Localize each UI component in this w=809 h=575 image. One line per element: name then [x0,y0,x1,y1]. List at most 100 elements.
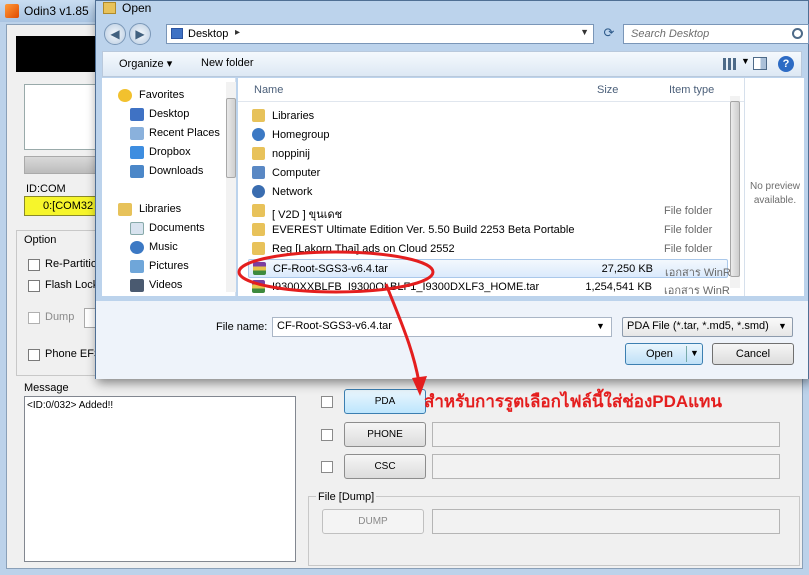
navigation-pane: Favorites Desktop Recent Places Dropbox … [102,78,236,296]
file-row[interactable]: Computer [248,164,728,183]
open-dialog: Open ◀ ▶ Desktop ▸ ▼ ⟳ Search Desktop Or… [95,0,809,379]
nav-documents[interactable]: Documents [102,220,228,238]
nav-favorites-label: Favorites [139,89,185,101]
chevron-down-icon[interactable]: ▼ [690,348,699,358]
chevron-down-icon[interactable]: ▼ [778,321,787,331]
file-list-scrollbar-thumb[interactable] [730,101,740,277]
cancel-button[interactable]: Cancel [712,343,794,365]
com-port-box: 0:[COM32 [24,196,100,216]
file-row[interactable]: Network [248,183,728,202]
file-row[interactable]: [ V2D ] ขุนเดช File folder [248,202,728,221]
homegroup-icon [252,128,265,141]
desktop-icon [130,108,144,121]
open-button-label: Open [646,348,673,360]
nav-favorites[interactable]: Favorites [102,87,228,105]
file-size: 27,250 KB [601,263,653,275]
chevron-down-icon[interactable]: ▼ [741,56,750,66]
nav-desktop[interactable]: Desktop [102,106,228,124]
dump-button[interactable]: DUMP [322,509,424,534]
file-type: File folder [664,224,713,236]
flash-lock-checkbox[interactable] [28,280,40,292]
new-folder-button[interactable]: New folder [201,57,254,69]
re-partition-checkbox[interactable] [28,259,40,271]
views-icon[interactable] [723,58,737,70]
nav-desktop-label: Desktop [149,108,190,120]
file-row[interactable]: noppinij [248,145,728,164]
odin-logo-icon [5,4,19,18]
chevron-down-icon[interactable]: ▼ [580,27,589,37]
refresh-icon[interactable]: ⟳ [598,24,620,44]
column-name[interactable]: Name [254,84,283,96]
desktop-icon [171,28,183,39]
libraries-icon [118,203,132,216]
file-row[interactable]: Libraries [248,107,728,126]
dump-checkbox[interactable] [28,312,40,324]
nav-recent-places[interactable]: Recent Places [102,125,228,143]
downloads-icon [130,165,144,178]
open-button[interactable]: Open ▼ [625,343,703,365]
nav-dropbox[interactable]: Dropbox [102,144,228,162]
computer-icon [252,166,265,179]
annotation-text: สำหรับการรูตเลือกไฟล์นี้ใส่ช่องPDAแทน [424,392,722,411]
nav-pictures[interactable]: Pictures [102,258,228,276]
nav-libraries-label: Libraries [139,203,182,215]
filetype-select[interactable]: PDA File (*.tar, *.md5, *.smd) [622,317,793,337]
filename-input[interactable]: CF-Root-SGS3-v6.4.tar [272,317,612,337]
preview-pane: No preview available. [744,78,804,296]
file-name: Libraries [272,110,315,122]
nav-music-label: Music [149,241,178,253]
csc-button[interactable]: CSC [344,454,426,479]
file-dump-label: File [Dump] [316,491,377,503]
chevron-down-icon[interactable]: ▼ [596,321,605,331]
music-icon [130,241,144,254]
folder-icon [103,2,116,14]
address-bar[interactable]: Desktop ▸ ▼ [166,24,594,44]
nav-pictures-label: Pictures [149,260,189,272]
organize-button[interactable]: Organize ▾ [119,57,172,70]
search-input[interactable]: Search Desktop [623,24,809,44]
dialog-footer [96,301,808,379]
csc-checkbox[interactable] [321,461,333,473]
star-icon [118,89,132,102]
forward-button[interactable]: ▶ [129,23,151,45]
file-row[interactable]: Homegroup [248,126,728,145]
file-name: noppinij [272,148,310,160]
pictures-icon [130,260,144,273]
odin-progress-bar [24,156,98,174]
nav-downloads-label: Downloads [149,165,204,177]
csc-path-field[interactable] [432,454,780,479]
file-name: Computer [272,167,321,179]
folder-icon [252,204,265,217]
option-label: Option [22,234,59,246]
nav-libraries[interactable]: Libraries [102,201,228,219]
libraries-icon [252,109,265,122]
search-icon[interactable] [792,28,803,39]
file-type: File folder [664,243,713,255]
column-type[interactable]: Item type [669,84,714,96]
network-icon [252,185,265,198]
chevron-right-icon[interactable]: ▸ [235,27,240,38]
help-icon[interactable]: ? [778,56,794,72]
nav-downloads[interactable]: Downloads [102,163,228,181]
column-size[interactable]: Size [597,84,618,96]
phone-efs-checkbox[interactable] [28,349,40,361]
phone-path-field[interactable] [432,422,780,447]
file-type: File folder [664,205,713,217]
file-name: EVEREST Ultimate Edition Ver. 5.50 Build… [272,224,575,236]
nav-videos[interactable]: Videos [102,277,228,295]
file-row[interactable]: EVEREST Ultimate Edition Ver. 5.50 Build… [248,221,728,240]
phone-button[interactable]: PHONE [344,422,426,447]
nav-music[interactable]: Music [102,239,228,257]
documents-icon [130,222,144,235]
odin-info-box [24,84,98,150]
phone-checkbox[interactable] [321,429,333,441]
nav-scrollbar-thumb[interactable] [226,98,236,178]
preview-pane-icon[interactable] [753,57,767,70]
column-divider [238,101,744,102]
pda-checkbox[interactable] [321,396,333,408]
dump-path-field[interactable] [432,509,780,534]
idcom-label: ID:COM [26,183,66,195]
message-label: Message [24,382,69,394]
message-box: <ID:0/032> Added!! [24,396,296,562]
back-button[interactable]: ◀ [104,23,126,45]
